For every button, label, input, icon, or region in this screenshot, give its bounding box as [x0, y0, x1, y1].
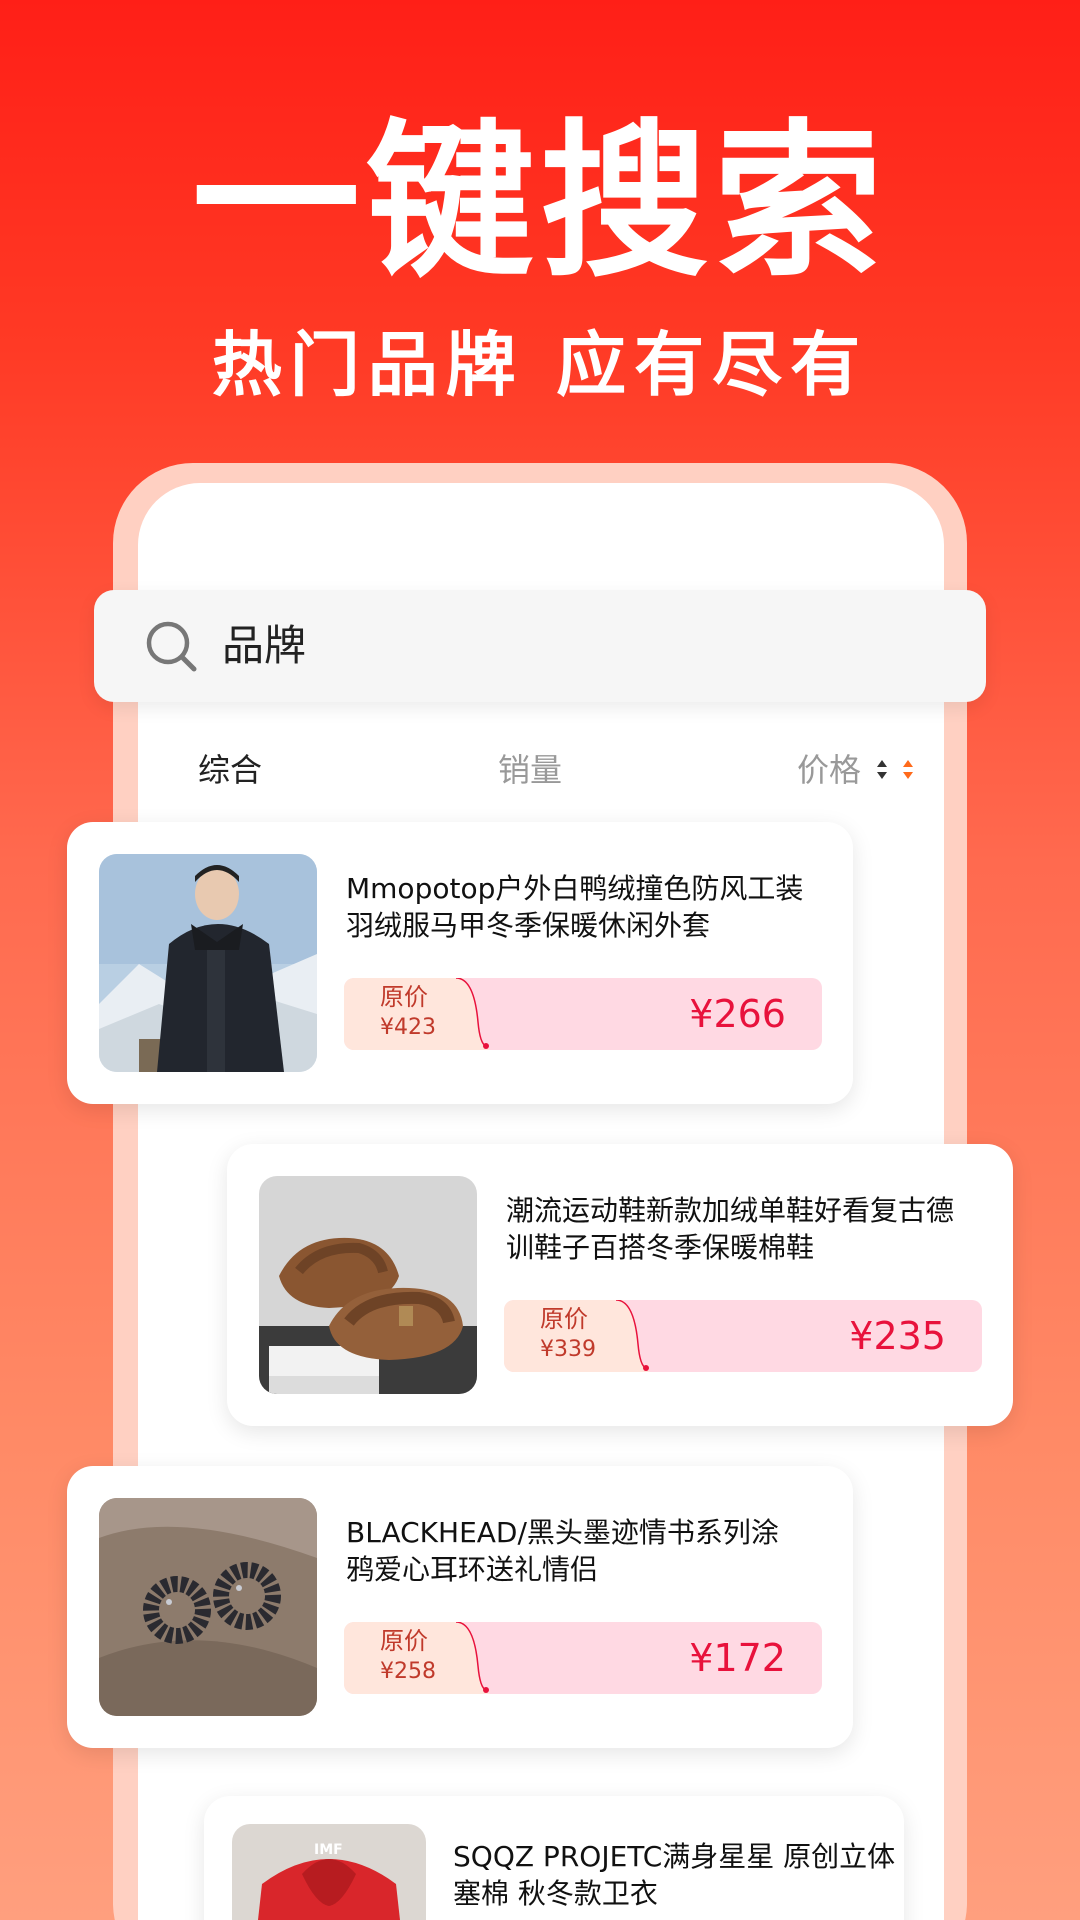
sale-price: ¥235 [849, 1314, 946, 1358]
product-image [259, 1176, 477, 1394]
price-divider [456, 978, 490, 1050]
original-price: ¥339 [540, 1337, 596, 1362]
product-title-line1: BLACKHEAD/黑头墨迹情书系列涂 [346, 1516, 779, 1549]
product-title-line1: Mmopotop户外白鸭绒撞色防风工装 [346, 872, 804, 905]
tab-price[interactable]: 价格 [797, 750, 861, 790]
sale-price: ¥172 [689, 1636, 786, 1680]
tab-overall[interactable]: 综合 [198, 750, 262, 790]
product-title-line2: 鸦爱心耳环送礼情侣 [346, 1553, 599, 1586]
hero-subline: 热门品牌 应有尽有 [211, 324, 869, 406]
price-box: 原价 ¥339 ¥235 [504, 1300, 982, 1372]
sale-price: ¥266 [689, 992, 786, 1036]
price-divider [616, 1300, 650, 1372]
product-title-line1: SQQZ PROJETC满身星星 原创立体 [453, 1840, 896, 1873]
price-divider [456, 1622, 490, 1694]
product-title-line2: 羽绒服马甲冬季保暖休闲外套 [346, 909, 711, 942]
original-price: ¥258 [380, 1659, 436, 1684]
product-image: IMF [232, 1824, 426, 1920]
search-icon [146, 621, 197, 672]
product-title-line2: 训鞋子百搭冬季保暖棉鞋 [506, 1231, 815, 1264]
search-input[interactable]: 品牌 [94, 590, 986, 702]
tab-sales[interactable]: 销量 [498, 750, 562, 790]
hero-headline: 一键搜索 [192, 104, 888, 300]
original-price-label: 原价 [380, 983, 428, 1011]
product-card[interactable]: IMF SQQZ PROJETC满身星星 原创立体 塞棉 秋冬款卫衣 [204, 1796, 904, 1920]
sort-toggle-icon[interactable] [876, 756, 888, 784]
search-query: 品牌 [222, 621, 307, 670]
product-title-line1: 潮流运动鞋新款加绒单鞋好看复古德 [506, 1194, 955, 1227]
svg-text:IMF: IMF [314, 1842, 343, 1858]
sort-price-icon[interactable] [902, 756, 914, 784]
product-card[interactable]: 潮流运动鞋新款加绒单鞋好看复古德 训鞋子百搭冬季保暖棉鞋 原价 ¥339 ¥23… [227, 1144, 1013, 1426]
product-image [99, 854, 317, 1072]
price-box: 原价 ¥258 ¥172 [344, 1622, 822, 1694]
original-price-label: 原价 [380, 1627, 428, 1655]
product-title-line2: 塞棉 秋冬款卫衣 [453, 1877, 658, 1910]
app-screen: 一键搜索 热门品牌 应有尽有 品牌 综合 销量 价格 Mmopotop户外白鸭绒… [0, 0, 1080, 1920]
product-image [99, 1498, 317, 1716]
price-box: 原价 ¥423 ¥266 [344, 978, 822, 1050]
product-card[interactable]: Mmopotop户外白鸭绒撞色防风工装 羽绒服马甲冬季保暖休闲外套 原价 ¥42… [67, 822, 853, 1104]
original-price: ¥423 [380, 1015, 436, 1040]
original-price-label: 原价 [540, 1305, 588, 1333]
product-card[interactable]: BLACKHEAD/黑头墨迹情书系列涂 鸦爱心耳环送礼情侣 原价 ¥258 ¥1… [67, 1466, 853, 1748]
